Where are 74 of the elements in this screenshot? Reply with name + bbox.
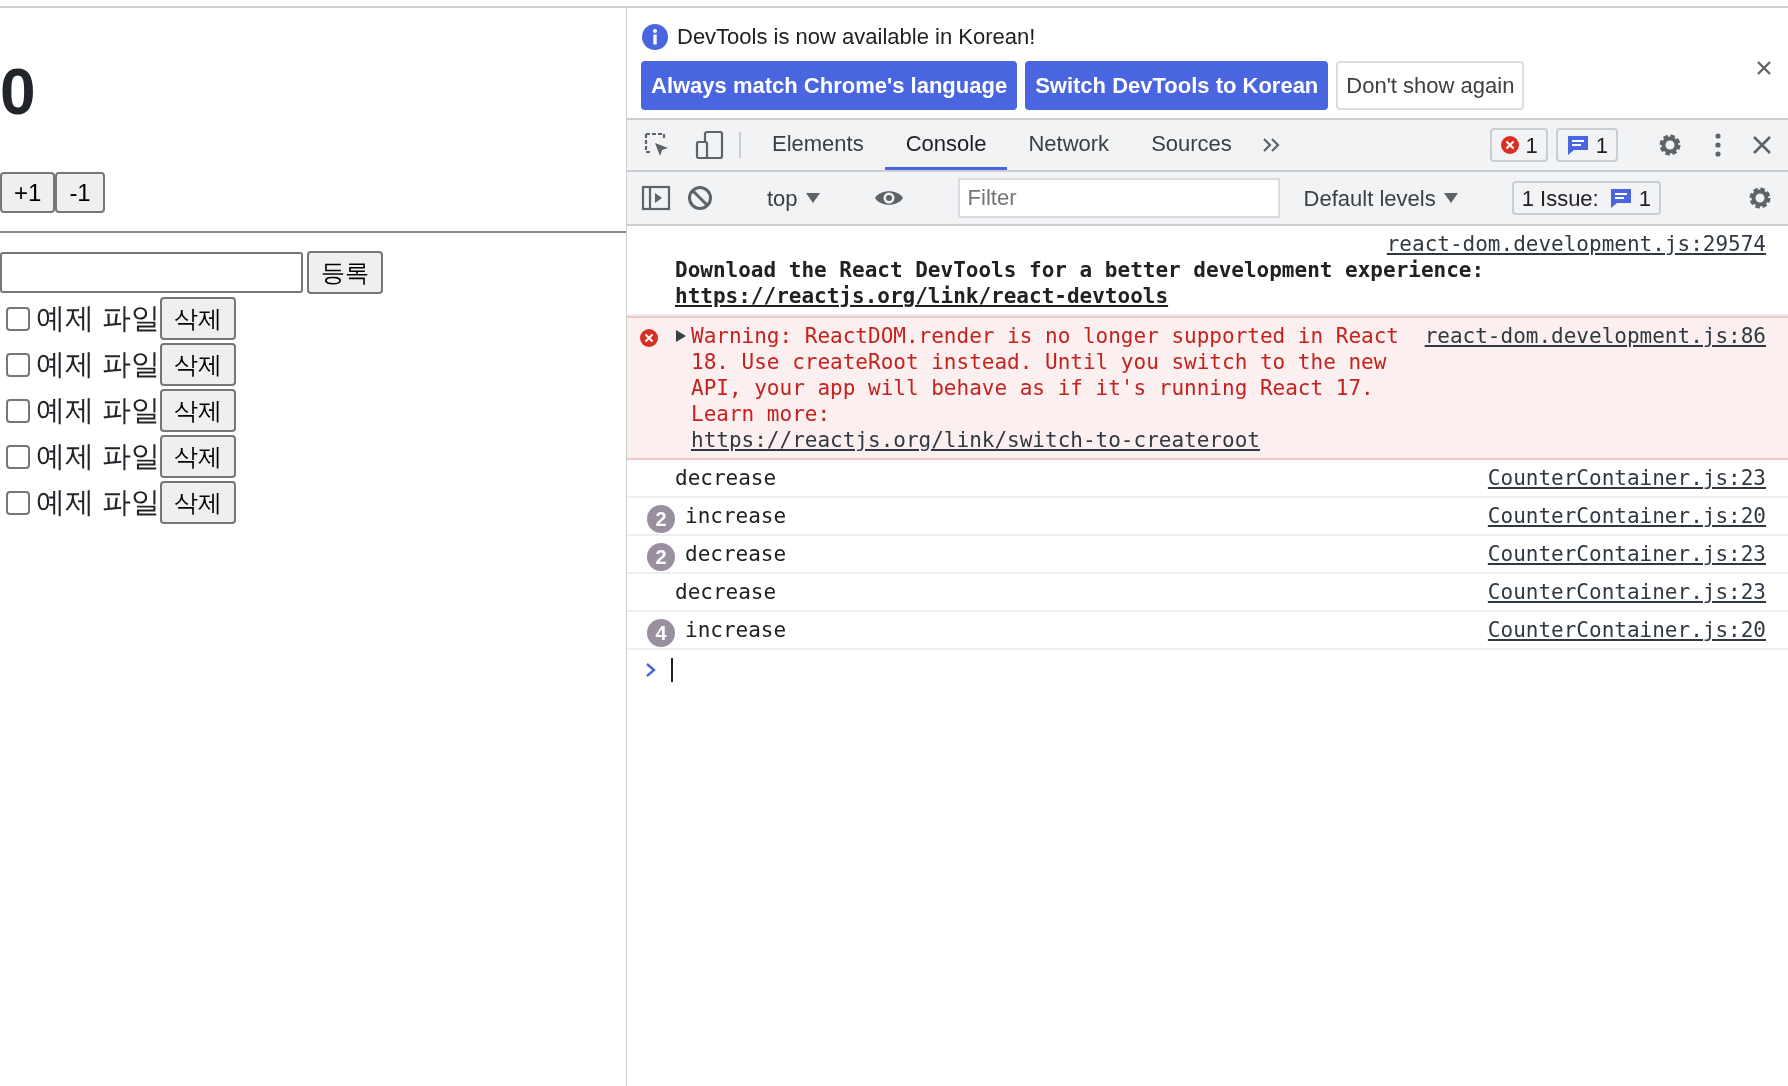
todo-text: 예제 파일 xyxy=(36,304,161,333)
info-icon xyxy=(641,22,669,51)
todo-input-field[interactable] xyxy=(0,252,303,293)
counter-button[interactable]: +1 xyxy=(0,172,56,213)
delete-button[interactable]: 삭제 xyxy=(160,389,237,432)
log-message: increase xyxy=(685,504,787,528)
sidebar-toggle-icon[interactable] xyxy=(641,185,671,211)
panel-tab[interactable]: Sources xyxy=(1130,120,1253,170)
counter-button[interactable]: -1 xyxy=(55,172,105,213)
log-message: increase xyxy=(685,618,787,642)
message-icon xyxy=(1608,187,1633,209)
close-icon[interactable] xyxy=(1752,135,1772,155)
todo-checkbox[interactable] xyxy=(6,444,30,469)
issues-count: 1 xyxy=(1638,184,1651,213)
delete-button[interactable]: 삭제 xyxy=(160,435,237,478)
register-button[interactable]: 등록 xyxy=(307,251,383,294)
todo-checkbox[interactable] xyxy=(6,398,30,423)
delete-button[interactable]: 삭제 xyxy=(160,481,237,524)
log-message: Warning: ReactDOM.render is no longer supported in React 18. Use createRoot instead. Until you switch to the new API, your app will behave as if it's running React 17. Learn more: https://reactjs.org/link/switch-to-createroot xyxy=(691,323,1400,453)
delete-button[interactable]: 삭제 xyxy=(160,343,237,386)
context-dropdown[interactable]: top xyxy=(767,181,820,215)
infobar-button[interactable]: Don't show again xyxy=(1336,61,1525,110)
delete-button[interactable]: 삭제 xyxy=(160,297,237,340)
error-count-badge[interactable]: 1 xyxy=(1489,128,1548,162)
infobar-button[interactable]: Always match Chrome's language xyxy=(641,61,1018,110)
error-icon xyxy=(639,328,659,348)
message-icon xyxy=(1565,134,1590,156)
source-link[interactable]: react-dom.development.js:29574 xyxy=(675,231,1766,257)
todo-checkbox[interactable] xyxy=(6,306,30,331)
panel-tab[interactable]: Elements xyxy=(751,120,885,170)
device-toolbar-icon[interactable] xyxy=(695,130,725,160)
message-count-badge[interactable]: 1 xyxy=(1555,128,1618,162)
close-icon[interactable] xyxy=(1756,60,1772,76)
text-cursor xyxy=(671,658,673,682)
issues-label: 1 Issue: xyxy=(1521,184,1599,213)
log-message: decrease xyxy=(675,580,777,604)
source-link[interactable]: CounterContainer.js:20 xyxy=(1487,617,1766,643)
log-link[interactable]: https://reactjs.org/link/switch-to-createroot xyxy=(691,428,1260,452)
eye-icon[interactable] xyxy=(873,188,904,208)
source-link[interactable]: CounterContainer.js:23 xyxy=(1487,541,1766,567)
more-tabs-icon[interactable] xyxy=(1260,136,1281,154)
clear-console-icon[interactable] xyxy=(687,185,713,211)
source-link[interactable]: react-dom.development.js:86 xyxy=(1424,323,1766,349)
more-options-icon[interactable] xyxy=(1714,132,1722,158)
repeat-count-badge: 2 xyxy=(647,543,675,571)
todo-text: 예제 파일 xyxy=(36,442,161,471)
issues-badge[interactable]: 1 Issue: 1 xyxy=(1511,181,1661,215)
todo-text: 예제 파일 xyxy=(36,396,161,425)
infobar-button[interactable]: Switch DevTools to Korean xyxy=(1025,61,1329,110)
error-count: 1 xyxy=(1525,131,1538,160)
caret-icon xyxy=(1443,193,1458,203)
prompt-icon xyxy=(645,662,657,678)
message-count: 1 xyxy=(1595,131,1608,160)
todo-text: 예제 파일 xyxy=(36,350,161,379)
expand-icon[interactable] xyxy=(675,329,687,343)
caret-icon xyxy=(805,193,820,203)
todo-checkbox[interactable] xyxy=(6,490,30,515)
repeat-count-badge: 4 xyxy=(647,619,675,647)
source-link[interactable]: CounterContainer.js:23 xyxy=(1487,579,1766,605)
log-link[interactable]: https://reactjs.org/link/react-devtools xyxy=(675,284,1169,308)
panel-tab[interactable]: Network xyxy=(1007,120,1131,170)
error-icon xyxy=(1499,135,1520,155)
todo-checkbox[interactable] xyxy=(6,352,30,377)
source-link[interactable]: CounterContainer.js:23 xyxy=(1487,465,1766,491)
log-message: decrease xyxy=(685,542,787,566)
repeat-count-badge: 2 xyxy=(647,505,675,533)
filter-field[interactable]: Filter xyxy=(957,178,1280,218)
infobar-message: DevTools is now available in Korean! xyxy=(677,23,1036,51)
source-link[interactable]: CounterContainer.js:20 xyxy=(1487,503,1766,529)
log-message: decrease xyxy=(675,466,777,490)
levels-dropdown[interactable]: Default levels xyxy=(1303,181,1458,215)
log-message: Download the React DevTools for a better development experience: https://reactjs.org/link/react-devtools xyxy=(675,258,1485,308)
counter-value: 0 xyxy=(0,60,37,124)
todo-text: 예제 파일 xyxy=(36,488,161,517)
